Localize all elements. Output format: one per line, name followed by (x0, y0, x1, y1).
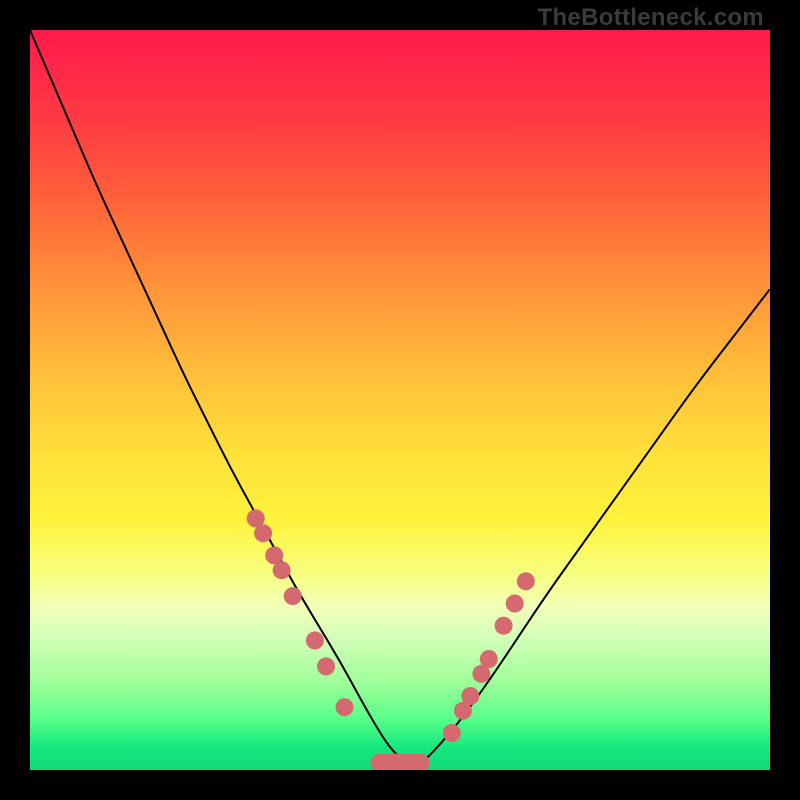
marker-right-0 (443, 724, 461, 742)
flat-segment-marker (370, 754, 429, 770)
watermark-text: TheBottleneck.com (538, 4, 764, 32)
marker-left-7 (336, 698, 354, 716)
flat-segment-rect (370, 754, 429, 770)
markers-left-group (247, 509, 354, 716)
bottleneck-curve (30, 30, 770, 763)
marker-right-7 (517, 572, 535, 590)
marker-right-6 (506, 595, 524, 613)
marker-right-5 (495, 617, 513, 635)
marker-left-6 (317, 657, 335, 675)
chart-svg (30, 30, 770, 770)
chart-frame: TheBottleneck.com (0, 0, 800, 800)
markers-right-group (443, 572, 535, 742)
plot-area (30, 30, 770, 770)
marker-left-1 (254, 524, 272, 542)
marker-left-3 (273, 561, 291, 579)
marker-left-4 (284, 587, 302, 605)
marker-right-4 (480, 650, 498, 668)
marker-left-5 (306, 632, 324, 650)
marker-right-2 (461, 687, 479, 705)
